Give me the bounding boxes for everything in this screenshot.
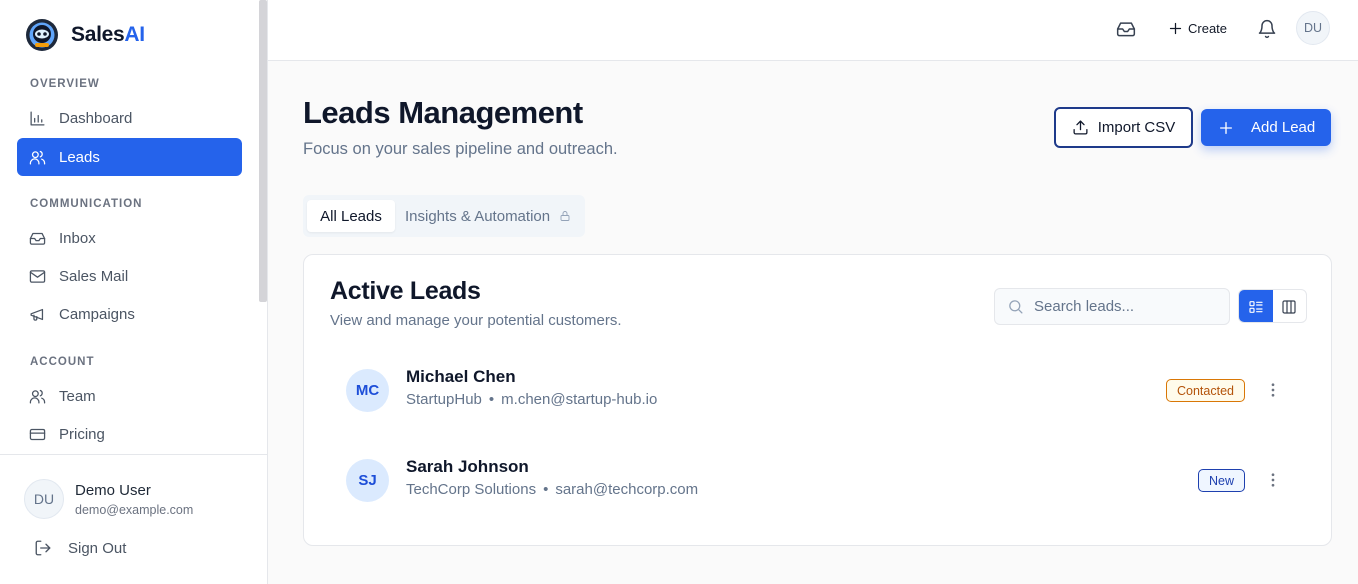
- sidebar-item-label: Inbox: [59, 229, 96, 247]
- sidebar-item-label: Sales Mail: [59, 267, 129, 285]
- columns-icon: [1282, 300, 1296, 314]
- lead-company: StartupHub: [406, 391, 482, 408]
- lead-email: m.chen@startup-hub.io: [501, 391, 658, 408]
- bar-chart-icon: [30, 110, 45, 126]
- more-actions-button[interactable]: [1264, 471, 1282, 489]
- sidebar-item-sales-mail[interactable]: Sales Mail: [17, 257, 242, 295]
- sidebar-item-team[interactable]: Team: [17, 377, 242, 415]
- list-view-icon: [1249, 301, 1263, 313]
- lead-meta: StartupHub • m.chen@startup-hub.io: [406, 391, 657, 408]
- tab-label: All Leads: [320, 207, 382, 225]
- add-lead-button[interactable]: Add Lead: [1201, 109, 1331, 146]
- separator: •: [543, 481, 549, 498]
- sidebar-item-label: Campaigns: [59, 305, 135, 323]
- sidebar-item-leads[interactable]: Leads: [17, 138, 242, 176]
- sidebar-footer: DU Demo User demo@example.com Sign Out: [0, 454, 267, 584]
- sign-out-button[interactable]: Sign Out: [34, 539, 126, 557]
- import-csv-label: Import CSV: [1097, 119, 1176, 136]
- plus-icon: [1220, 121, 1232, 134]
- list-view-button[interactable]: [1239, 290, 1273, 322]
- avatar: SJ: [346, 459, 389, 502]
- logo[interactable]: SalesAI: [25, 18, 145, 52]
- status-badge: Contacted: [1166, 379, 1245, 402]
- more-actions-button[interactable]: [1264, 381, 1282, 399]
- sidebar-item-inbox[interactable]: Inbox: [17, 219, 242, 257]
- sidebar-item-label: Dashboard: [59, 109, 133, 127]
- inbox-icon[interactable]: [1116, 19, 1136, 39]
- section-title-communication: COMMUNICATION: [30, 198, 143, 210]
- user-email: demo@example.com: [75, 502, 194, 517]
- tab-list: All Leads Insights & Automation: [303, 195, 585, 237]
- list-item[interactable]: MC Michael Chen StartupHub • m.chen@startu…: [346, 367, 1286, 413]
- mail-icon: [29, 269, 46, 283]
- sidebar-item-label: Leads: [59, 148, 100, 166]
- lead-email: sarah@techcorp.com: [555, 481, 699, 498]
- tab-insights-automation[interactable]: Insights & Automation: [405, 200, 571, 232]
- active-leads-card: Active Leads View and manage your potent…: [303, 254, 1332, 546]
- sidebar-item-label: Team: [59, 387, 96, 405]
- import-csv-button[interactable]: Import CSV: [1054, 107, 1193, 148]
- section-title-account: ACCOUNT: [30, 356, 95, 368]
- card-subtitle: View and manage your potential customers…: [330, 312, 622, 329]
- search-input[interactable]: [1034, 298, 1214, 315]
- sidebar-item-label: Pricing: [59, 425, 105, 443]
- users-icon: [29, 150, 46, 165]
- more-vertical-icon: [1271, 473, 1275, 487]
- sign-out-label: Sign Out: [68, 539, 127, 557]
- card-title: Active Leads: [330, 277, 481, 305]
- sidebar-item-dashboard[interactable]: Dashboard: [17, 99, 242, 137]
- lead-name: Sarah Johnson: [406, 457, 529, 476]
- upload-icon: [1073, 120, 1088, 135]
- tab-label: Insights & Automation: [405, 207, 551, 225]
- robot-logo-icon: [26, 19, 58, 51]
- page-title: Leads Management: [303, 95, 583, 130]
- credit-card-icon: [29, 428, 46, 440]
- user-name: Demo User: [75, 481, 151, 499]
- create-button[interactable]: Create: [1168, 17, 1227, 39]
- app-name: SalesAI: [71, 23, 145, 46]
- top-bar: Create DU: [268, 0, 1358, 61]
- view-toggle: [1238, 289, 1307, 323]
- sidebar-item-campaigns[interactable]: Campaigns: [17, 295, 242, 333]
- avatar[interactable]: DU: [1296, 11, 1330, 45]
- users-icon: [29, 389, 46, 404]
- sidebar-scrollbar[interactable]: [259, 0, 267, 302]
- status-badge: New: [1198, 469, 1246, 492]
- add-lead-label: Add Lead: [1251, 119, 1316, 136]
- inbox-icon: [29, 232, 46, 245]
- plus-icon: [1169, 22, 1182, 34]
- section-title-overview: OVERVIEW: [30, 78, 100, 90]
- sidebar-item-pricing[interactable]: Pricing: [17, 415, 242, 453]
- page-subtitle: Focus on your sales pipeline and outreac…: [303, 140, 618, 158]
- sidebar: SalesAI OVERVIEW Dashboard Leads COMMUNI…: [0, 0, 268, 584]
- tab-all-leads[interactable]: All Leads: [307, 200, 395, 232]
- lock-icon: [560, 211, 570, 221]
- megaphone-icon: [30, 308, 44, 321]
- more-vertical-icon: [1271, 383, 1275, 397]
- search-box: [994, 288, 1230, 325]
- bell-icon[interactable]: [1257, 19, 1277, 39]
- user-profile[interactable]: DU Demo User demo@example.com: [24, 479, 193, 519]
- list-item[interactable]: SJ Sarah Johnson TechCorp Solutions • sara…: [346, 457, 1286, 503]
- separator: •: [488, 391, 495, 408]
- sidebar-nav: SalesAI OVERVIEW Dashboard Leads COMMUNI…: [0, 0, 258, 454]
- search-icon: [1009, 300, 1023, 314]
- log-out-icon: [35, 540, 51, 556]
- avatar: DU: [24, 479, 64, 519]
- create-label: Create: [1188, 20, 1228, 36]
- lead-name: Michael Chen: [406, 367, 516, 386]
- user-info: Demo User demo@example.com: [75, 482, 193, 517]
- lead-meta: TechCorp Solutions • sarah@techcorp.com: [406, 481, 698, 498]
- board-view-button[interactable]: [1273, 290, 1307, 322]
- lead-company: TechCorp Solutions: [406, 481, 537, 498]
- avatar: MC: [346, 369, 389, 412]
